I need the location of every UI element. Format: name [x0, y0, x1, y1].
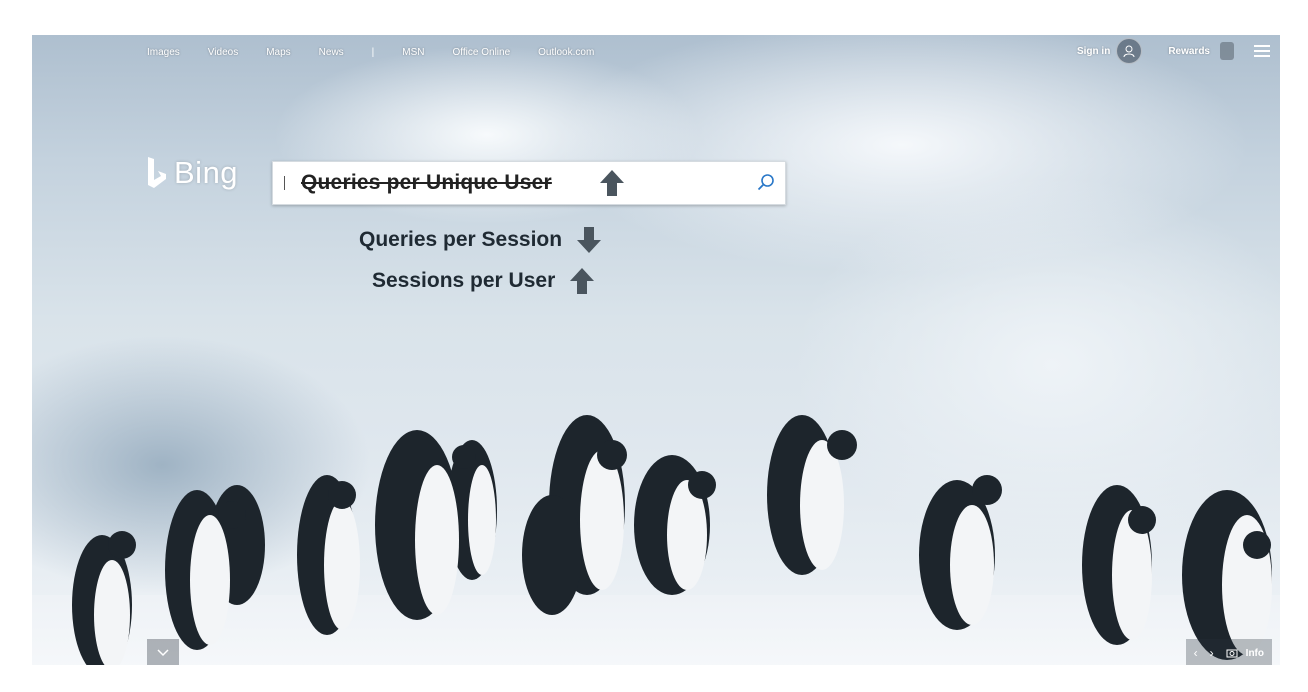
- camera-icon[interactable]: [1226, 648, 1238, 658]
- nav-link-videos[interactable]: Videos: [208, 47, 238, 58]
- nav-link-outlook[interactable]: Outlook.com: [538, 47, 594, 58]
- bing-logo-icon: [148, 157, 166, 188]
- chevron-left-icon[interactable]: ‹: [1194, 646, 1198, 660]
- search-box[interactable]: Queries per Unique User: [272, 161, 786, 205]
- chevron-right-icon[interactable]: ›: [1210, 646, 1214, 660]
- arrow-up-icon: [600, 170, 624, 196]
- penguins-illustration: [72, 415, 1272, 665]
- top-navigation: Images Videos Maps News | MSN Office Onl…: [147, 44, 622, 60]
- nav-link-news[interactable]: News: [319, 47, 344, 58]
- nav-separator: |: [371, 46, 375, 58]
- arrow-up-icon: [570, 268, 595, 294]
- annotation-label: Sessions per User: [372, 269, 556, 292]
- nav-link-images[interactable]: Images: [147, 47, 180, 58]
- search-query-text: Queries per Unique User: [301, 171, 552, 194]
- image-controls: ‹ › Info: [1185, 639, 1272, 665]
- sign-in-link[interactable]: Sign in: [1077, 46, 1110, 57]
- account-area: Sign in Rewards: [1077, 38, 1270, 64]
- arrow-down-icon: [577, 227, 602, 253]
- bing-logo-text: Bing: [174, 155, 239, 190]
- bing-logo[interactable]: Bing: [146, 155, 238, 191]
- chevron-down-icon: [157, 649, 169, 657]
- text-cursor: [284, 176, 285, 190]
- background-image: Images Videos Maps News | MSN Office Onl…: [32, 35, 1280, 665]
- nav-link-maps[interactable]: Maps: [266, 47, 290, 58]
- nav-link-msn[interactable]: MSN: [402, 47, 424, 58]
- rewards-badge-icon[interactable]: [1220, 42, 1234, 60]
- info-button[interactable]: Info: [1246, 648, 1264, 659]
- scroll-down-button[interactable]: [147, 639, 179, 665]
- menu-icon[interactable]: [1254, 45, 1270, 57]
- search-icon[interactable]: [757, 173, 775, 191]
- annotation-queries-per-session: Queries per Session: [359, 226, 602, 254]
- rewards-link[interactable]: Rewards: [1168, 46, 1210, 57]
- annotation-sessions-per-user: Sessions per User: [372, 267, 595, 295]
- annotation-label: Queries per Session: [359, 228, 563, 251]
- nav-link-office-online[interactable]: Office Online: [453, 47, 511, 58]
- user-icon[interactable]: [1116, 38, 1143, 64]
